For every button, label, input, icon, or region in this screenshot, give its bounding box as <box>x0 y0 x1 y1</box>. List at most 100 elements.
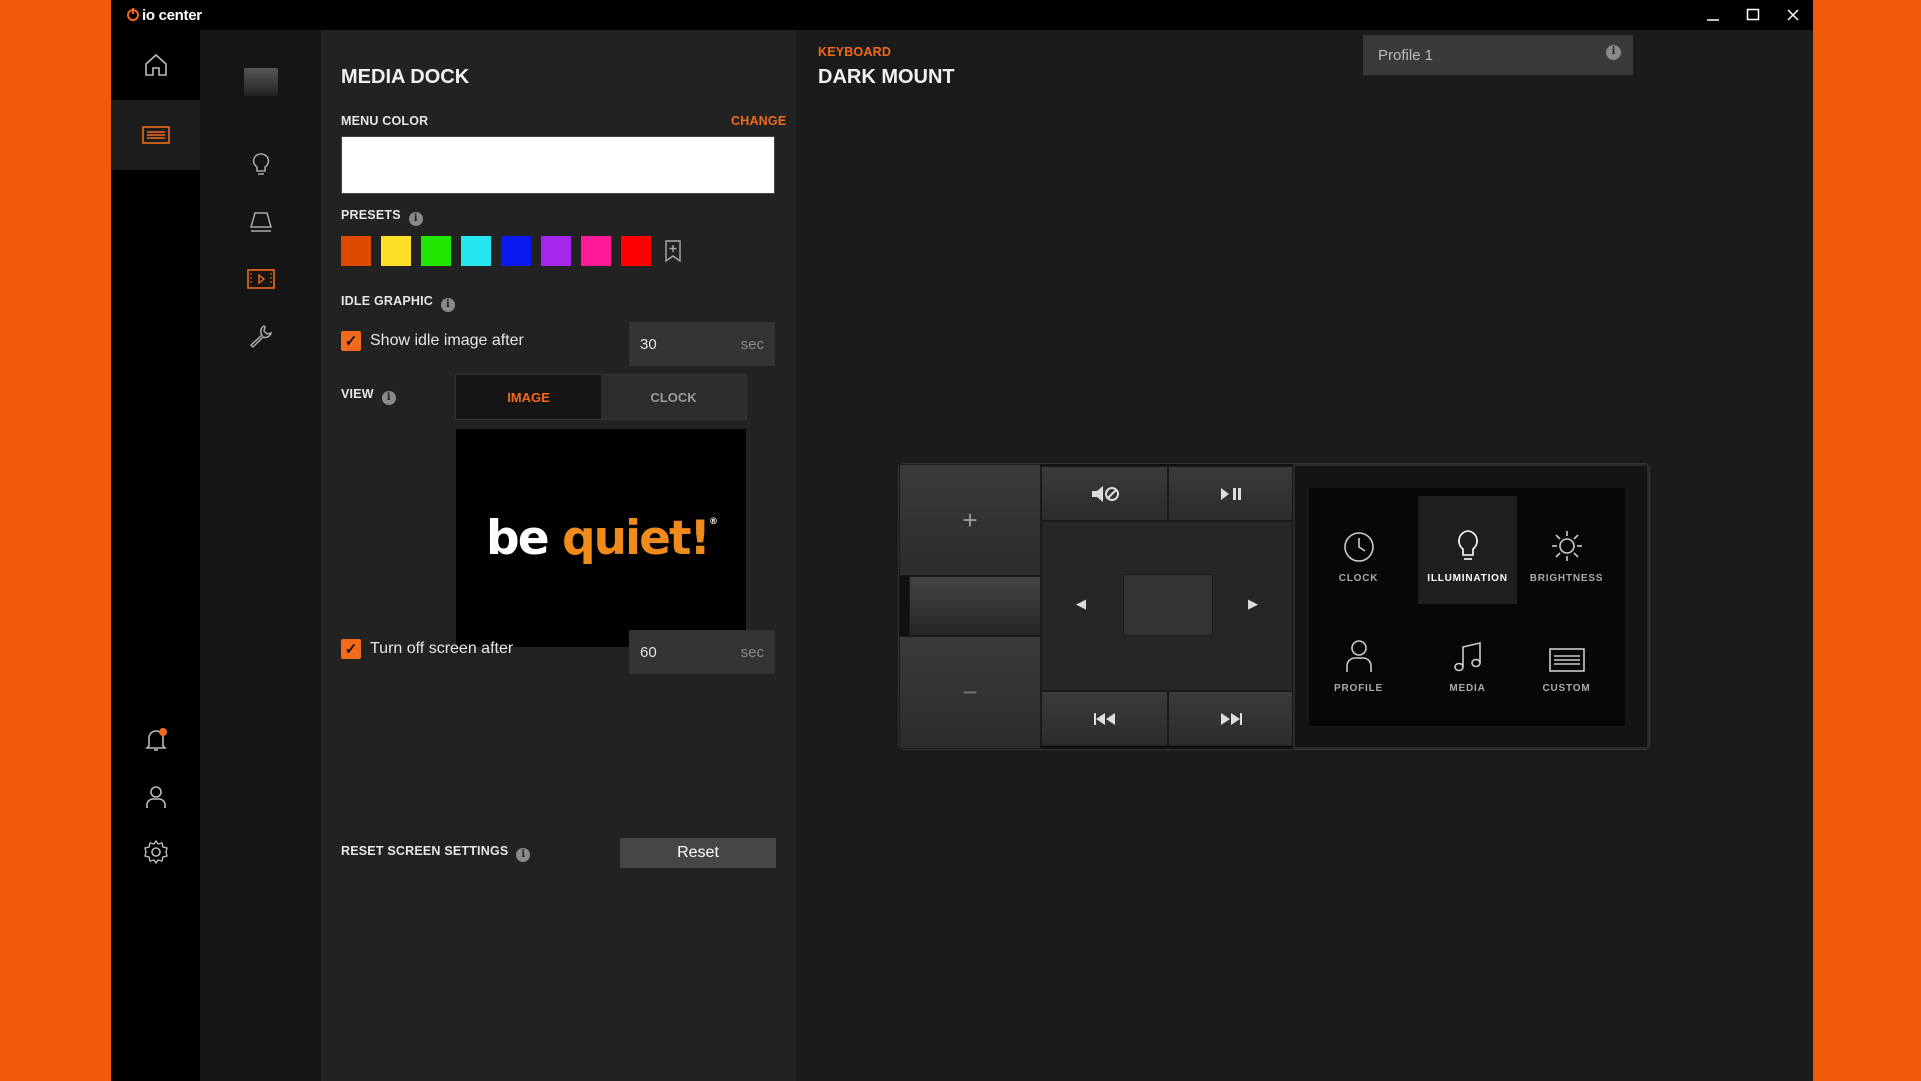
view-toggle: IMAGE CLOCK <box>455 374 747 420</box>
device-thumbnail <box>243 68 278 96</box>
change-color-button[interactable]: CHANGE <box>731 114 786 128</box>
volume-slider[interactable] <box>909 576 1041 636</box>
view-label: VIEW i <box>341 387 396 405</box>
close-button[interactable] <box>1773 0 1813 30</box>
next-track-key[interactable] <box>1168 691 1293 746</box>
preset-swatch-4[interactable] <box>461 236 491 266</box>
home-icon <box>144 53 167 76</box>
turn-off-seconds-input[interactable]: 60 sec <box>629 630 775 674</box>
view-text: VIEW <box>341 387 374 401</box>
previous-track-key[interactable] <box>1041 691 1168 746</box>
maximize-button[interactable] <box>1733 0 1773 30</box>
previous-track-icon <box>1093 712 1115 725</box>
info-icon[interactable]: i <box>441 298 455 312</box>
minimize-icon <box>1707 19 1719 21</box>
tile-profile[interactable]: PROFILE <box>1309 606 1408 714</box>
tile-label: BRIGHTNESS <box>1529 573 1604 584</box>
tile-label: ILLUMINATION <box>1427 573 1508 584</box>
preset-swatch-3[interactable] <box>421 236 451 266</box>
title-bar: io center <box>111 0 1813 30</box>
nav-settings[interactable] <box>111 817 200 887</box>
reset-screen-label: RESET SCREEN SETTINGS i <box>341 844 531 862</box>
show-idle-checkbox[interactable]: ✓ <box>341 331 361 351</box>
idle-image-preview[interactable]: be quiet!® <box>456 429 746 647</box>
mute-key[interactable] <box>1041 466 1168 521</box>
unit-label: sec <box>740 643 764 661</box>
secondary-nav <box>200 30 321 1081</box>
tile-brightness[interactable]: BRIGHTNESS <box>1517 496 1616 604</box>
turn-off-checkbox[interactable]: ✓ <box>341 639 361 659</box>
play-pause-key[interactable] <box>1168 466 1293 521</box>
show-idle-label: Show idle image after <box>370 332 524 349</box>
info-icon[interactable]: i <box>516 848 531 862</box>
next-track-icon <box>1220 712 1242 725</box>
preset-swatch-1[interactable] <box>341 236 371 266</box>
device-view: KEYBOARD DARK MOUNT Profile 1 i + − ◀ ▶ … <box>796 30 1813 1081</box>
right-key[interactable]: ▶ <box>1213 564 1293 644</box>
tile-label: MEDIA <box>1449 683 1486 694</box>
preset-swatch-6[interactable] <box>541 236 571 266</box>
left-key[interactable]: ◀ <box>1041 564 1121 644</box>
turn-off-label: Turn off screen after <box>370 640 514 657</box>
tile-label: CLOCK <box>1338 573 1379 584</box>
media-dock-device: + − ◀ ▶ CLOCK ILLUMINATION BRIGHTNESS PR… <box>899 464 1649 749</box>
music-note-icon <box>1453 641 1481 672</box>
sun-icon <box>1551 531 1582 561</box>
info-icon[interactable]: i <box>1606 45 1621 60</box>
preset-swatch-5[interactable] <box>501 236 531 266</box>
nav-tools[interactable] <box>200 306 321 366</box>
app-title: io center <box>142 6 202 24</box>
power-icon <box>127 8 139 21</box>
preset-swatch-8[interactable] <box>621 236 651 266</box>
tile-illumination[interactable]: ILLUMINATION <box>1418 496 1517 604</box>
logo-text-be: be <box>486 510 550 566</box>
play-pause-icon <box>1220 487 1241 500</box>
center-key[interactable] <box>1123 574 1213 636</box>
app-logo: io center <box>127 7 202 24</box>
primary-nav <box>111 30 200 1081</box>
panel-title: MEDIA DOCK <box>341 66 470 88</box>
clock-icon <box>1343 532 1374 562</box>
volume-down-key[interactable]: − <box>899 636 1041 749</box>
view-image-tab[interactable]: IMAGE <box>456 375 601 419</box>
wrench-icon <box>249 325 272 349</box>
minimize-button[interactable] <box>1693 0 1733 30</box>
be-quiet-logo: be quiet!® <box>486 510 718 566</box>
menu-color-label: MENU COLOR <box>341 114 429 128</box>
reset-button[interactable]: Reset <box>620 838 776 868</box>
info-icon[interactable]: i <box>381 391 396 405</box>
device-thumbnail-button[interactable] <box>200 52 321 112</box>
profile-dropdown[interactable]: Profile 1 <box>1363 35 1633 75</box>
preset-swatch-7[interactable] <box>581 236 611 266</box>
idle-graphic-text: IDLE GRAPHIC <box>341 294 433 308</box>
add-preset-button[interactable] <box>661 236 685 266</box>
user-icon <box>145 786 166 808</box>
tile-clock[interactable]: CLOCK <box>1309 496 1408 604</box>
volume-up-key[interactable]: + <box>899 464 1041 576</box>
bookmark-add-icon <box>665 240 681 263</box>
keyboard-icon <box>1548 648 1585 672</box>
reset-screen-text: RESET SCREEN SETTINGS <box>341 844 509 858</box>
nav-lamp[interactable] <box>200 192 321 252</box>
bell-icon <box>144 728 167 751</box>
tile-label: PROFILE <box>1334 683 1383 694</box>
nav-media-dock[interactable] <box>200 249 321 309</box>
settings-panel: MEDIA DOCK MENU COLOR CHANGE PRESETS i ID… <box>321 30 796 1081</box>
nav-home[interactable] <box>111 30 200 100</box>
logo-registered-mark: ® <box>708 516 718 527</box>
menu-color-swatch[interactable] <box>341 136 775 194</box>
logo-text-quiet: quiet! <box>561 510 711 566</box>
info-icon[interactable]: i <box>408 212 423 226</box>
tile-media[interactable]: MEDIA <box>1418 606 1517 714</box>
idle-seconds-input[interactable]: 30 sec <box>629 322 775 366</box>
user-icon <box>1345 640 1372 672</box>
category-label: KEYBOARD <box>818 45 892 59</box>
mute-icon <box>1091 485 1119 502</box>
nav-illumination[interactable] <box>200 135 321 195</box>
app-window: io center MEDIA DOCK MENU COLOR CHANGE P… <box>111 0 1813 1081</box>
tile-custom[interactable]: CUSTOM <box>1517 606 1616 714</box>
desk-lamp-icon <box>249 212 272 232</box>
view-clock-tab[interactable]: CLOCK <box>601 375 746 419</box>
preset-swatch-2[interactable] <box>381 236 411 266</box>
nav-keyboard[interactable] <box>111 100 200 170</box>
